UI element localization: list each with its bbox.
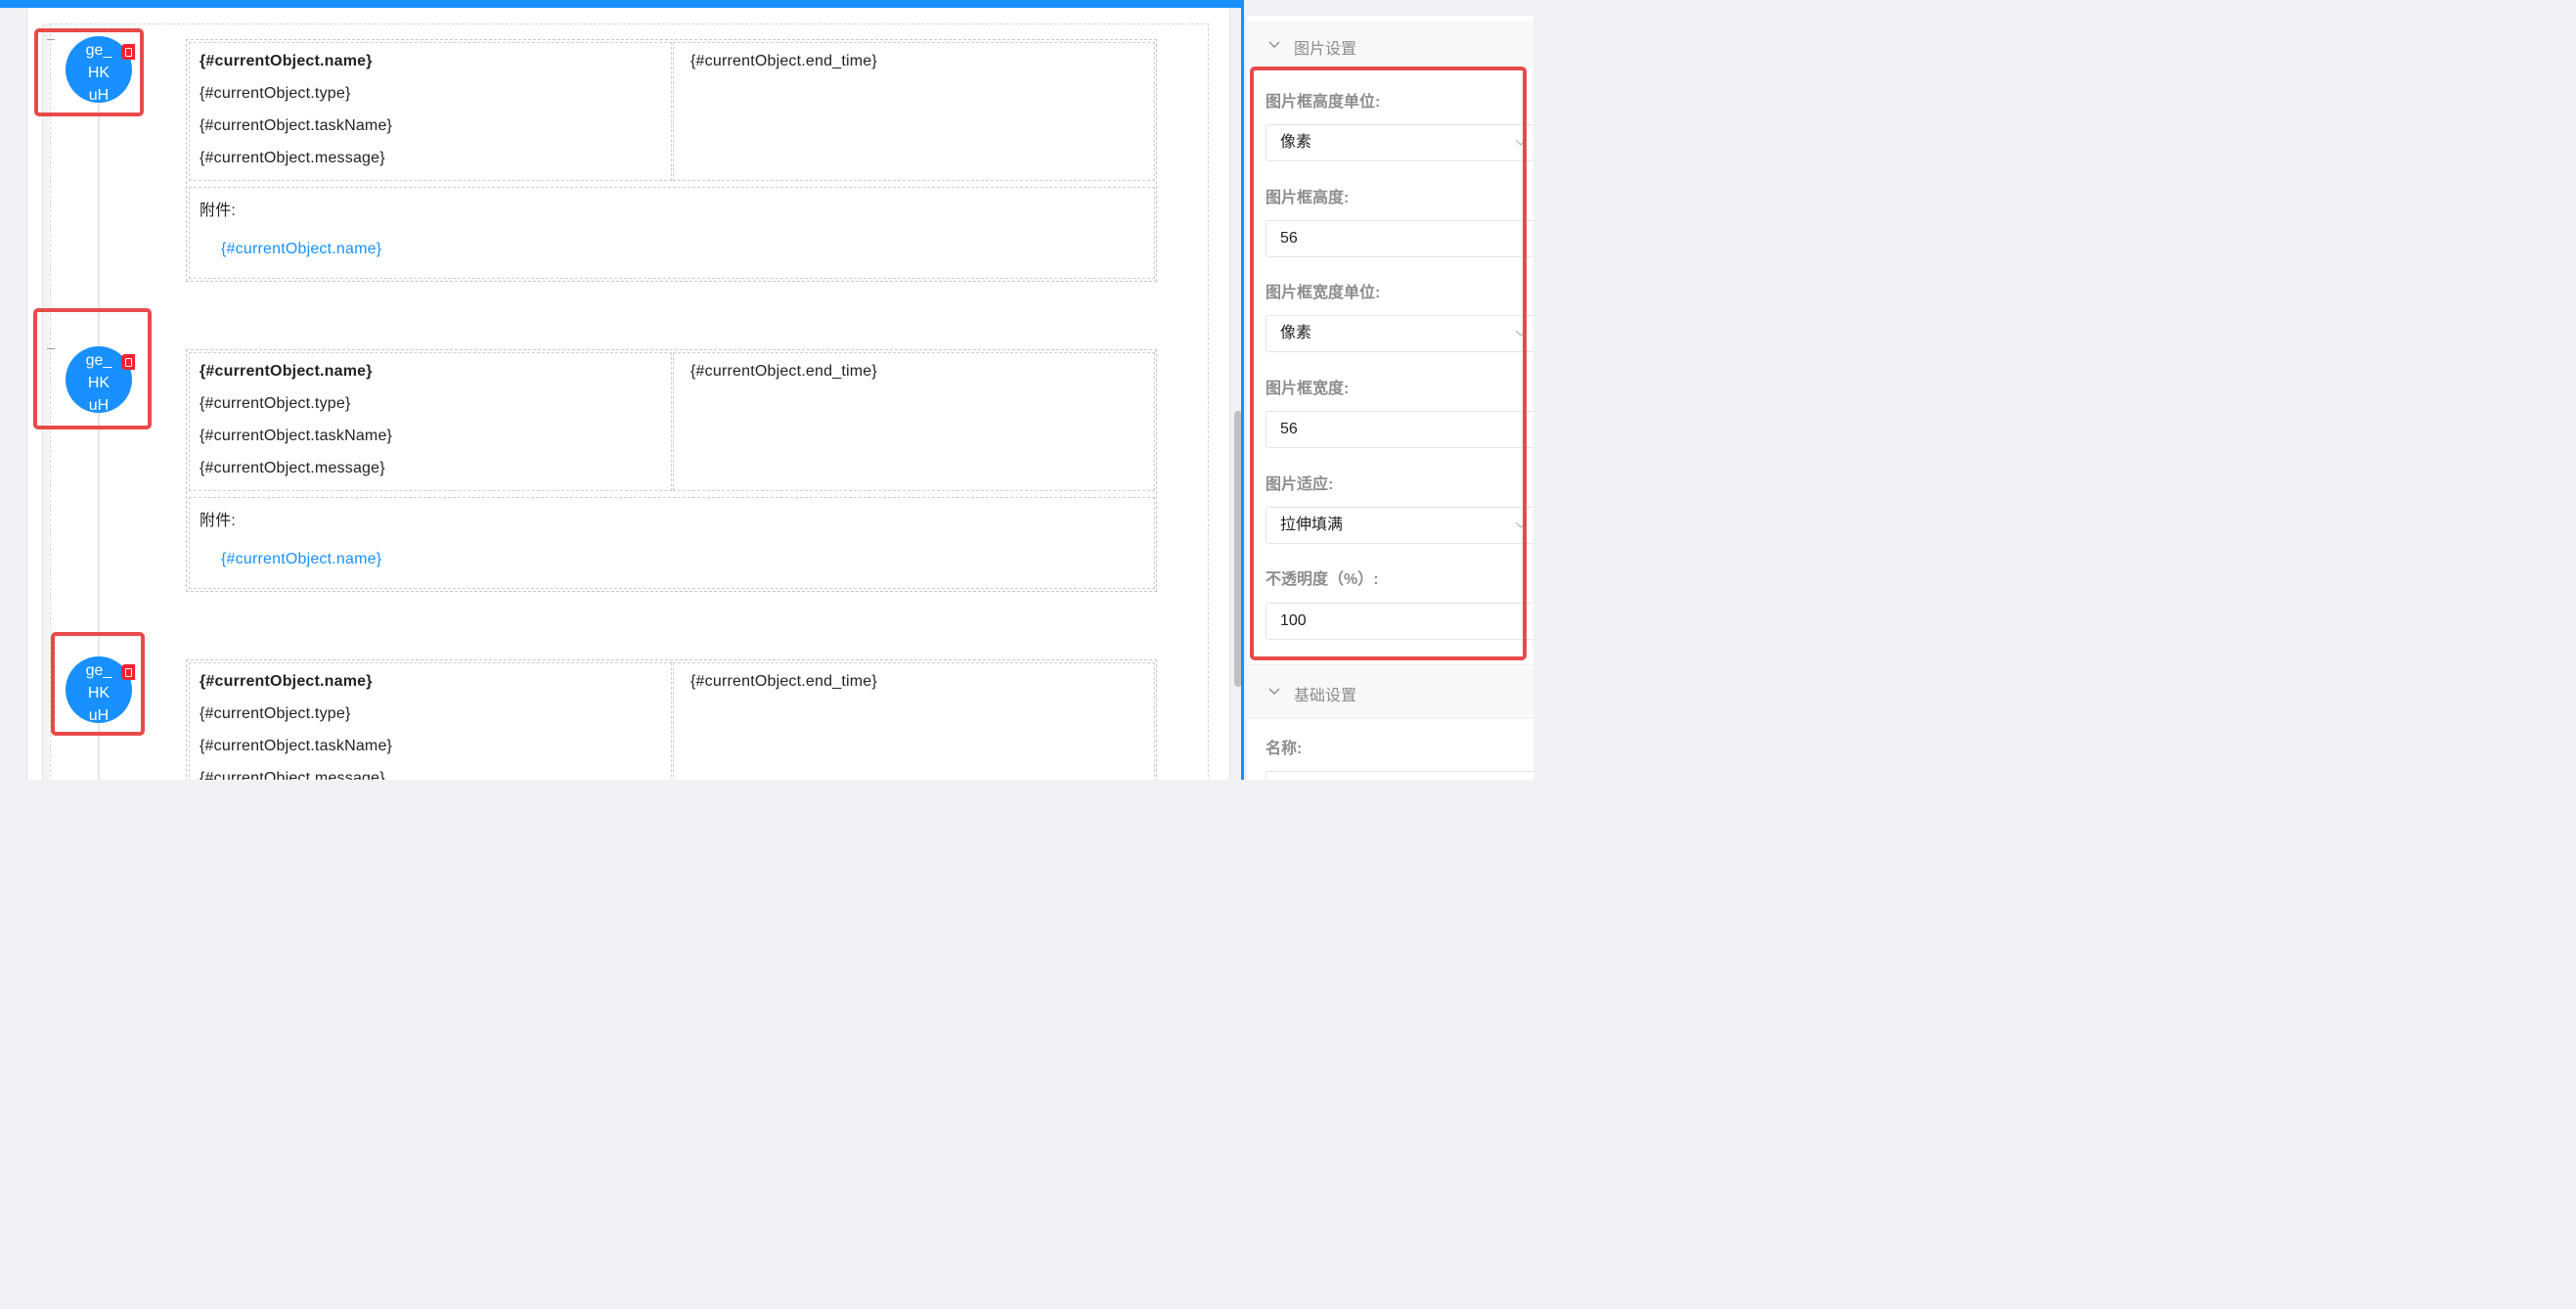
attachment-label: 附件: [200, 203, 237, 219]
message-field: {#currentObject.message} [200, 770, 385, 780]
attachment-link[interactable]: {#currentObject.name} [221, 241, 381, 258]
section-divider [1247, 717, 1533, 719]
chevron-down-icon [1268, 688, 1280, 695]
basic-settings-header[interactable]: 基础设置 [1247, 668, 1533, 715]
name-input[interactable] [1266, 771, 1533, 780]
time-cell[interactable]: {#currentObject.end_time} [673, 42, 1155, 181]
canvas-selection-bar [0, 0, 1241, 8]
type-field: {#currentObject.type} [200, 705, 351, 722]
time-cell[interactable]: {#currentObject.end_time} [673, 662, 1155, 780]
highlight-box [1250, 67, 1527, 660]
task-name-field: {#currentObject.taskName} [200, 117, 393, 134]
type-field: {#currentObject.type} [200, 85, 351, 102]
section-title: 图片设置 [1294, 41, 1357, 58]
time-cell[interactable]: {#currentObject.end_time} [673, 352, 1155, 491]
section-title: 基础设置 [1294, 688, 1357, 704]
panel-top-strip [1247, 0, 1533, 16]
type-field: {#currentObject.type} [200, 395, 351, 412]
task-name-field: {#currentObject.taskName} [200, 428, 393, 444]
design-canvas[interactable]: ge_ HK uH {#currentObject.name} {#curren… [0, 0, 1244, 780]
end-time-field: {#currentObject.end_time} [690, 363, 877, 380]
end-time-field: {#currentObject.end_time} [690, 53, 877, 69]
highlight-box [33, 308, 152, 429]
image-settings-header[interactable]: 图片设置 [1247, 22, 1533, 68]
end-time-field: {#currentObject.end_time} [690, 673, 877, 690]
info-cell[interactable]: {#currentObject.name} {#currentObject.ty… [189, 662, 672, 780]
message-field: {#currentObject.message} [200, 150, 385, 166]
attachment-label: 附件: [200, 513, 237, 529]
task-name-field: {#currentObject.taskName} [200, 738, 393, 754]
record-card[interactable]: {#currentObject.name} {#currentObject.ty… [186, 39, 1157, 282]
message-field: {#currentObject.message} [200, 460, 385, 476]
record-card[interactable]: {#currentObject.name} {#currentObject.ty… [186, 349, 1157, 592]
name-field: {#currentObject.name} [200, 673, 373, 690]
name-field: {#currentObject.name} [200, 53, 373, 69]
info-cell[interactable]: {#currentObject.name} {#currentObject.ty… [189, 352, 672, 491]
name-field: {#currentObject.name} [200, 363, 373, 380]
highlight-box [34, 28, 144, 116]
section-divider [1247, 664, 1533, 666]
record-card[interactable]: {#currentObject.name} {#currentObject.ty… [186, 659, 1157, 780]
attachment-link[interactable]: {#currentObject.name} [221, 551, 381, 568]
info-cell[interactable]: {#currentObject.name} {#currentObject.ty… [189, 42, 672, 181]
name-label: 名称: [1266, 741, 1303, 757]
properties-panel: 图片设置 图片框高度单位: 像素 图片框高度: 56 图片框宽度单位: 像素 图… [1247, 0, 1533, 780]
highlight-box [51, 632, 145, 736]
attachment-cell[interactable]: 附件: {#currentObject.name} [189, 187, 1155, 279]
canvas-scrollbar[interactable] [1234, 411, 1241, 687]
chevron-down-icon [1268, 41, 1280, 48]
attachment-cell[interactable]: 附件: {#currentObject.name} [189, 497, 1155, 589]
